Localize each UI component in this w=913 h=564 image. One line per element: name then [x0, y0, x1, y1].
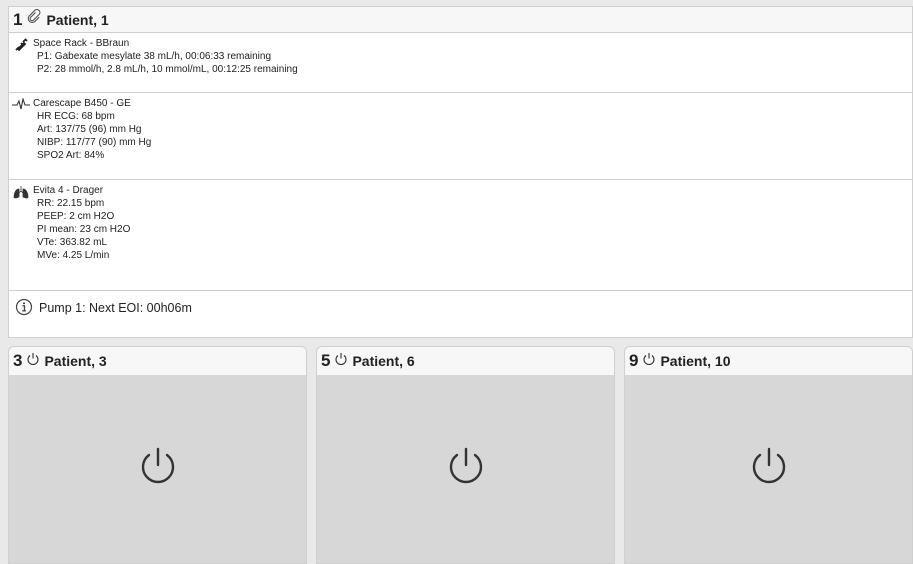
ecg-waveform-icon: [9, 97, 33, 179]
device-ventilator[interactable]: Evita 4 - Drager RR: 22.15 bpm PEEP: 2 c…: [9, 180, 912, 291]
device-line: P1: Gabexate mesylate 38 mL/h, 00:06:33 …: [37, 51, 272, 62]
device-line: SPO2 Art: 84%: [37, 150, 105, 161]
device-line: RR: 22.15 bpm: [37, 198, 105, 209]
device-monitor[interactable]: Carescape B450 - GE HR ECG: 68 bpm Art: …: [9, 93, 912, 180]
device-line: VTe: 363.82 mL: [37, 237, 108, 248]
patient-card-10[interactable]: 9 Patient, 10: [624, 346, 913, 564]
bed-number: 9: [629, 351, 639, 370]
card-body: [9, 375, 306, 563]
power-icon[interactable]: [444, 445, 488, 494]
power-icon: [26, 352, 40, 371]
syringe-icon: [9, 37, 33, 92]
lungs-icon: [9, 184, 33, 290]
device-line: PI mean: 23 cm H2O: [37, 224, 131, 235]
card-body: [625, 375, 912, 563]
device-infusion-pump[interactable]: Space Rack - BBraun P1: Gabexate mesylat…: [9, 33, 912, 93]
patient-card-header[interactable]: 3 Patient, 3: [9, 347, 306, 375]
card-body: [317, 375, 614, 563]
bed-number: 3: [13, 351, 23, 370]
patient-name: Patient, 3: [44, 353, 107, 369]
device-line: P2: 28 mmol/h, 2.8 mL/h, 10 mmol/mL, 00:…: [37, 64, 298, 75]
patient-card-1[interactable]: 1 Patient, 1 Space Rack - BBraun P1: Gab…: [8, 6, 913, 338]
alert-row[interactable]: Pump 1: Next EOI: 00h06m: [9, 291, 912, 325]
patient-card-header[interactable]: 9 Patient, 10: [625, 347, 912, 375]
device-title: Space Rack - BBraun: [33, 38, 130, 49]
patient-card-header[interactable]: 5 Patient, 6: [317, 347, 614, 375]
power-icon: [334, 352, 348, 371]
power-icon: [642, 352, 656, 371]
device-line: Art: 137/75 (96) mm Hg: [37, 124, 142, 135]
patient-name: Patient, 1: [46, 11, 109, 28]
alert-text: Pump 1: Next EOI: 00h06m: [39, 301, 192, 315]
power-icon[interactable]: [136, 445, 180, 494]
device-title: Evita 4 - Drager: [33, 185, 104, 196]
patient-card-3[interactable]: 3 Patient, 3: [8, 346, 307, 564]
device-title: Carescape B450 - GE: [33, 98, 131, 109]
link-icon: [26, 8, 42, 30]
bed-number: 5: [321, 351, 331, 370]
device-line: MVe: 4.25 L/min: [37, 250, 110, 261]
bed-number: 1: [13, 9, 23, 29]
patient-card-6[interactable]: 5 Patient, 6: [316, 346, 615, 564]
power-icon[interactable]: [747, 445, 791, 494]
patient-name: Patient, 10: [660, 353, 731, 369]
device-line: NIBP: 117/77 (90) mm Hg: [37, 137, 152, 148]
device-line: PEEP: 2 cm H2O: [37, 211, 115, 222]
device-line: HR ECG: 68 bpm: [37, 111, 115, 122]
patient-card-header[interactable]: 1 Patient, 1: [9, 7, 912, 33]
info-icon: [15, 298, 33, 319]
patient-name: Patient, 6: [352, 353, 415, 369]
